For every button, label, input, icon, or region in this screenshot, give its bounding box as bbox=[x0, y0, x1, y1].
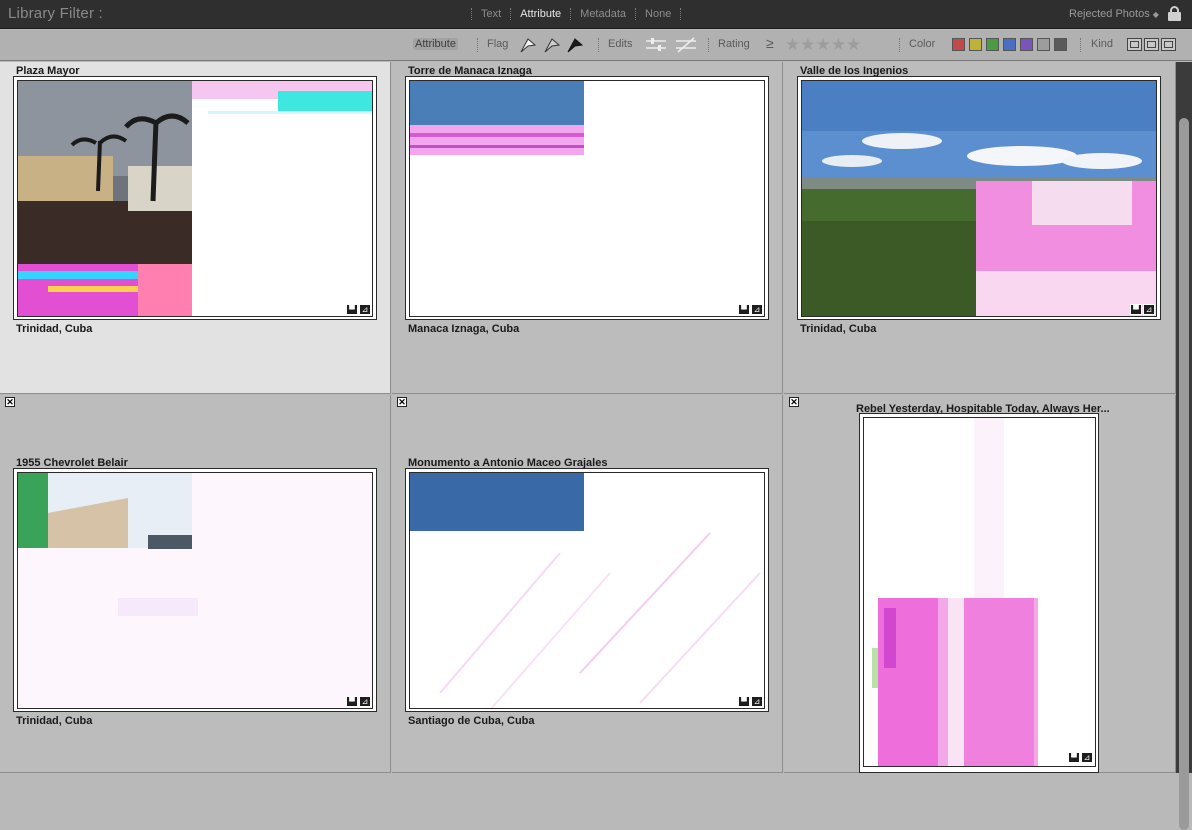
unedited-icon[interactable] bbox=[675, 37, 697, 53]
filter-preset-dropdown[interactable]: Rejected Photos ◆ bbox=[1069, 8, 1159, 20]
edit-adjust-icon[interactable]: ⊿ bbox=[1081, 752, 1093, 763]
color-label: Color bbox=[909, 38, 936, 50]
divider bbox=[598, 38, 599, 52]
kind-virtual-copies-icon[interactable] bbox=[1144, 38, 1159, 51]
grid-cell[interactable]: ✕ Rebel Yesterday, Hospitable Today, Alw… bbox=[784, 395, 1176, 773]
mode-separator bbox=[680, 8, 682, 20]
divider bbox=[477, 38, 478, 52]
photo-location: Santiago de Cuba, Cuba bbox=[408, 715, 535, 727]
comment-icon[interactable]: ▀ bbox=[738, 304, 750, 315]
rejected-flag-icon[interactable]: ✕ bbox=[5, 397, 15, 407]
tab-attribute[interactable]: Attribute bbox=[520, 8, 561, 20]
flag-unflagged-icon[interactable] bbox=[543, 36, 561, 54]
tab-text[interactable]: Text bbox=[481, 8, 501, 20]
edit-adjust-icon[interactable]: ⊿ bbox=[1143, 304, 1155, 315]
color-swatch-blue[interactable] bbox=[1003, 38, 1016, 51]
photo-location: Trinidad, Cuba bbox=[16, 715, 93, 727]
grid-cell[interactable]: ✕ Monumento a Antonio Maceo Grajales ▀ ⊿… bbox=[392, 395, 783, 773]
updown-caret-icon: ◆ bbox=[1152, 10, 1159, 19]
grid-cell[interactable]: Torre de Manaca Iznaga ▀ ⊿ Manaca Iznaga… bbox=[392, 62, 783, 394]
filter-preset-label: Rejected Photos bbox=[1069, 8, 1150, 20]
photo-thumbnail[interactable] bbox=[863, 417, 1096, 767]
comment-icon[interactable]: ▀ bbox=[1068, 752, 1080, 763]
lock-icon[interactable] bbox=[1168, 6, 1181, 21]
photo-thumbnail[interactable] bbox=[409, 80, 765, 317]
edit-adjust-icon[interactable]: ⊿ bbox=[751, 304, 763, 315]
edited-icon[interactable] bbox=[645, 37, 667, 53]
library-filter-bar: Library Filter : Text Attribute Metadata… bbox=[0, 0, 1192, 29]
comment-icon[interactable]: ▀ bbox=[738, 696, 750, 707]
library-filter-title: Library Filter : bbox=[8, 5, 103, 22]
edit-adjust-icon[interactable]: ⊿ bbox=[359, 304, 371, 315]
photo-location: Manaca Iznaga, Cuba bbox=[408, 323, 520, 335]
comment-icon[interactable]: ▀ bbox=[1130, 304, 1142, 315]
scrollbar-thumb[interactable] bbox=[1179, 118, 1189, 830]
thumbnail-grid: Plaza Mayor ▀ ⊿ Trinidad, Cuba Torre de … bbox=[0, 62, 1176, 773]
rating-stars[interactable]: ★★★★★ bbox=[785, 35, 861, 55]
attribute-filter-bar: Attribute Flag Edits Rating ≥ ★★★★★ Colo… bbox=[0, 30, 1192, 61]
divider bbox=[708, 38, 709, 52]
thumbnail-badges: ▀ ⊿ bbox=[1068, 752, 1093, 763]
grid-cell[interactable]: ✕ 1955 Chevrolet Belair ▀ ⊿ Trinidad, Cu… bbox=[0, 395, 391, 773]
color-swatch-purple[interactable] bbox=[1020, 38, 1033, 51]
tab-none[interactable]: None bbox=[645, 8, 671, 20]
kind-videos-icon[interactable] bbox=[1161, 38, 1176, 51]
filter-mode-tabs: Text Attribute Metadata None bbox=[462, 8, 690, 20]
edit-adjust-icon[interactable]: ⊿ bbox=[359, 696, 371, 707]
kind-label: Kind bbox=[1091, 38, 1114, 50]
photo-thumbnail[interactable] bbox=[17, 472, 373, 709]
comment-icon[interactable]: ▀ bbox=[346, 696, 358, 707]
photo-thumbnail[interactable] bbox=[17, 80, 373, 317]
attribute-section-label: Attribute bbox=[413, 38, 458, 50]
grid-cell[interactable]: Valle de los Ingenios ▀ ⊿ Trinidad, Cuba bbox=[784, 62, 1176, 394]
mode-separator bbox=[635, 8, 637, 20]
flag-rejected-icon[interactable] bbox=[566, 36, 584, 54]
flag-pick-icon[interactable] bbox=[519, 36, 537, 54]
thumbnail-badges: ▀ ⊿ bbox=[738, 696, 763, 707]
color-swatch-yellow[interactable] bbox=[969, 38, 982, 51]
photo-thumbnail[interactable] bbox=[409, 472, 765, 709]
thumbnail-badges: ▀ ⊿ bbox=[738, 304, 763, 315]
grid-scrollbar[interactable] bbox=[1176, 62, 1192, 830]
color-swatch-green[interactable] bbox=[986, 38, 999, 51]
photo-location: Trinidad, Cuba bbox=[16, 323, 93, 335]
edit-adjust-icon[interactable]: ⊿ bbox=[751, 696, 763, 707]
photo-thumbnail[interactable] bbox=[801, 80, 1157, 317]
rejected-flag-icon[interactable]: ✕ bbox=[789, 397, 799, 407]
photo-location: Trinidad, Cuba bbox=[800, 323, 877, 335]
mode-separator bbox=[510, 8, 512, 20]
rating-operator[interactable]: ≥ bbox=[766, 35, 774, 51]
color-swatch-red[interactable] bbox=[952, 38, 965, 51]
thumbnail-badges: ▀ ⊿ bbox=[346, 696, 371, 707]
rating-label: Rating bbox=[718, 38, 750, 50]
rejected-flag-icon[interactable]: ✕ bbox=[397, 397, 407, 407]
comment-icon[interactable]: ▀ bbox=[346, 304, 358, 315]
tab-metadata[interactable]: Metadata bbox=[580, 8, 626, 20]
color-swatch-other[interactable] bbox=[1037, 38, 1050, 51]
kind-master-photos-icon[interactable] bbox=[1127, 38, 1142, 51]
edits-label: Edits bbox=[608, 38, 633, 50]
flag-label: Flag bbox=[487, 38, 509, 50]
mode-separator bbox=[471, 8, 472, 20]
divider bbox=[899, 38, 900, 52]
grid-cell[interactable]: Plaza Mayor ▀ ⊿ Trinidad, Cuba bbox=[0, 62, 391, 394]
mode-separator bbox=[570, 8, 572, 20]
thumbnail-badges: ▀ ⊿ bbox=[1130, 304, 1155, 315]
divider bbox=[1080, 38, 1081, 52]
thumbnail-badges: ▀ ⊿ bbox=[346, 304, 371, 315]
color-swatch-none[interactable] bbox=[1054, 38, 1067, 51]
